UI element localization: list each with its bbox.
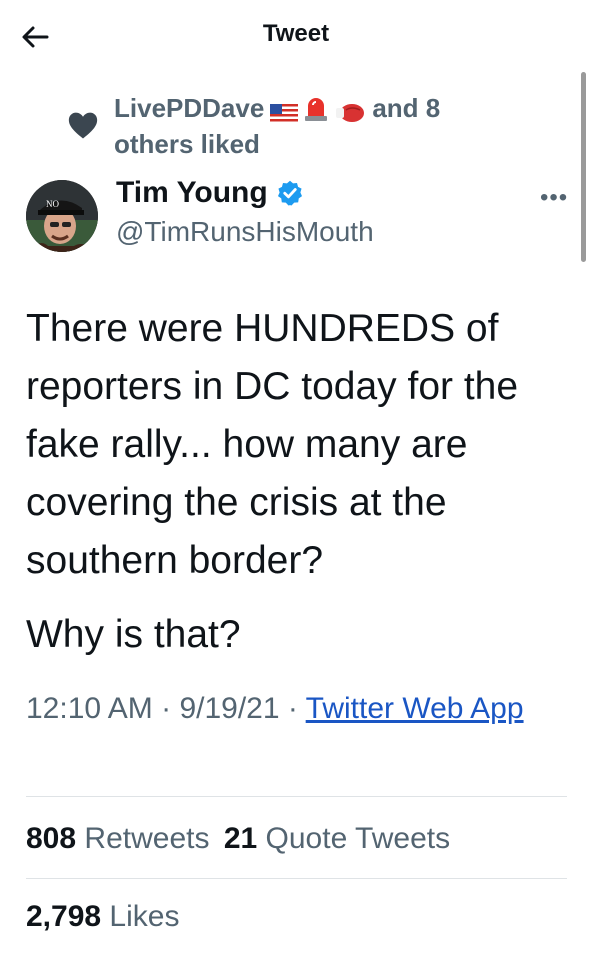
retweets-label: Retweets bbox=[84, 822, 210, 855]
meta-separator: · bbox=[287, 692, 306, 725]
top-bar: Tweet bbox=[0, 0, 592, 70]
tweet-paragraph-1: There were HUNDREDS of reporters in DC t… bbox=[26, 307, 519, 582]
quote-tweets-stat[interactable]: 21 Quote Tweets bbox=[224, 822, 450, 855]
more-options-icon[interactable]: ••• bbox=[540, 184, 568, 212]
liked-suffix-line2: others liked bbox=[114, 129, 260, 159]
retweet-stats: 808 Retweets 21 Quote Tweets bbox=[26, 822, 450, 856]
likes-label: Likes bbox=[109, 900, 180, 933]
tweet-paragraph-2: Why is that? bbox=[26, 613, 241, 656]
us-flag-emoji bbox=[270, 97, 299, 124]
author-handle[interactable]: @TimRunsHisMouth bbox=[116, 216, 374, 248]
tweet-date: 9/19/21 bbox=[179, 692, 280, 725]
avatar-hat-text: NO bbox=[46, 199, 59, 209]
verified-badge-icon bbox=[276, 179, 304, 207]
tweet-text: There were HUNDREDS of reporters in DC t… bbox=[26, 300, 572, 664]
author-name[interactable]: Tim Young bbox=[116, 176, 268, 210]
social-context: LivePDDave and 8 others liked bbox=[60, 90, 530, 162]
likes-stat[interactable]: 2,798 Likes bbox=[26, 900, 179, 933]
tweet-author: NO Tim Young @TimRunsHisMouth ••• bbox=[0, 170, 592, 260]
tweet-meta: 12:10 AM · 9/19/21 · Twitter Web App bbox=[26, 688, 572, 730]
tweet-time: 12:10 AM bbox=[26, 692, 153, 725]
retweets-stat[interactable]: 808 Retweets bbox=[26, 822, 218, 855]
divider bbox=[26, 878, 567, 879]
tweet-source-link[interactable]: Twitter Web App bbox=[306, 692, 524, 725]
siren-emoji bbox=[304, 94, 328, 122]
meta-separator: · bbox=[161, 692, 180, 725]
boxing-glove-emoji bbox=[334, 97, 366, 122]
quote-tweets-count: 21 bbox=[223, 822, 258, 855]
likes-count: 2,798 bbox=[26, 900, 102, 933]
retweets-count: 808 bbox=[26, 822, 77, 855]
page-title: Tweet bbox=[262, 20, 330, 47]
divider bbox=[26, 796, 567, 797]
liked-suffix: and 8 bbox=[372, 93, 441, 123]
liker-name[interactable]: LivePDDave bbox=[114, 90, 264, 126]
quote-tweets-label: Quote Tweets bbox=[265, 822, 451, 855]
likes-stats: 2,798 Likes bbox=[26, 900, 179, 934]
avatar[interactable]: NO bbox=[26, 180, 98, 252]
